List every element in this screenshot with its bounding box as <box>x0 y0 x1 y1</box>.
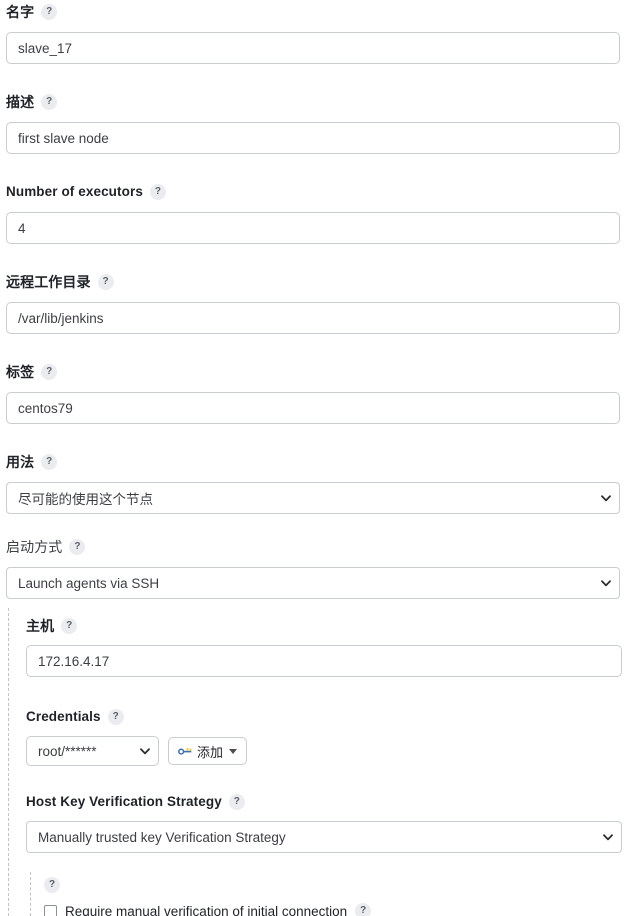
credentials-select[interactable]: root/****** <box>26 736 159 766</box>
ssh-host-input[interactable] <box>26 645 622 677</box>
host-key-strategy-select[interactable]: Manually trusted key Verification Strate… <box>26 821 622 853</box>
chevron-down-icon <box>140 748 150 755</box>
remote-root-dir-input[interactable] <box>6 302 620 334</box>
node-name-input[interactable] <box>6 32 620 64</box>
num-executors-input[interactable] <box>6 212 620 244</box>
launch-method-select[interactable]: Launch agents via SSH <box>6 567 620 599</box>
field-label: 标签 <box>6 364 35 380</box>
label-row-usage: 用法 ? <box>6 454 620 470</box>
help-icon[interactable]: ? <box>61 618 78 634</box>
field-label: 用法 <box>6 454 35 470</box>
label-row-launch-method: 启动方式 ? <box>6 539 620 555</box>
labels-input[interactable] <box>6 392 620 424</box>
field-description: 描述 ? <box>6 94 620 154</box>
chevron-down-icon <box>601 495 611 502</box>
require-manual-verification-label: Require manual verification of initial c… <box>65 903 348 916</box>
host-key-strategy-select-value: Manually trusted key Verification Strate… <box>38 829 286 845</box>
field-launch-method: 启动方式 ? Launch agents via SSH <box>6 539 620 599</box>
field-label: 描述 <box>6 94 35 110</box>
help-icon[interactable]: ? <box>149 184 166 200</box>
chevron-down-icon <box>603 834 613 841</box>
field-remote-root-dir: 远程工作目录 ? <box>6 274 620 334</box>
field-label: 主机 <box>26 618 55 634</box>
field-ssh-host: 主机 ? <box>26 618 622 677</box>
help-icon[interactable]: ? <box>97 274 114 290</box>
label-row-node-name: 名字 ? <box>6 4 620 20</box>
field-label: 启动方式 <box>6 539 63 555</box>
field-label: 远程工作目录 <box>6 274 91 290</box>
label-row-num-executors: Number of executors ? <box>6 184 620 200</box>
key-icon <box>178 746 193 756</box>
help-icon[interactable]: ? <box>69 539 86 555</box>
field-usage: 用法 ? 尽可能的使用这个节点 <box>6 454 620 514</box>
usage-select[interactable]: 尽可能的使用这个节点 <box>6 482 620 514</box>
usage-select-value: 尽可能的使用这个节点 <box>18 492 153 507</box>
add-credentials-button[interactable]: 添加 <box>168 737 248 765</box>
chevron-down-icon <box>601 580 611 587</box>
credentials-controls: root/****** 添加 <box>26 736 622 766</box>
help-icon[interactable]: ? <box>355 903 372 916</box>
help-icon[interactable]: ? <box>41 4 58 20</box>
label-row-ssh-host: 主机 ? <box>26 618 622 634</box>
credentials-select-value: root/****** <box>38 743 97 759</box>
help-icon[interactable]: ? <box>44 877 60 893</box>
label-row-remote-root-dir: 远程工作目录 ? <box>6 274 620 290</box>
launch-method-select-value: Launch agents via SSH <box>18 575 160 591</box>
field-node-name: 名字 ? <box>6 4 620 64</box>
help-icon[interactable]: ? <box>41 364 58 380</box>
label-row-credentials: Credentials ? <box>26 709 622 725</box>
field-num-executors: Number of executors ? <box>6 184 620 244</box>
manual-verification-checkbox-row: Require manual verification of initial c… <box>44 903 614 916</box>
field-host-key-strategy: Host Key Verification Strategy ? Manuall… <box>26 794 622 853</box>
label-row-description: 描述 ? <box>6 94 620 110</box>
help-icon[interactable]: ? <box>41 454 58 470</box>
require-manual-verification-checkbox[interactable] <box>44 904 57 916</box>
help-icon[interactable]: ? <box>228 794 245 810</box>
label-row-host-key-strategy: Host Key Verification Strategy ? <box>26 794 622 810</box>
help-icon[interactable]: ? <box>107 709 124 725</box>
node-configuration-form: 名字 ? 描述 ? Number of executors ? 远程工作目录 ?… <box>0 0 629 916</box>
description-input[interactable] <box>6 122 620 154</box>
field-label: Credentials <box>26 709 101 725</box>
field-label: Number of executors <box>6 184 143 200</box>
field-labels: 标签 ? <box>6 364 620 424</box>
caret-down-icon <box>229 748 238 754</box>
field-manual-verification: ? Require manual verification of initial… <box>44 874 614 916</box>
add-credentials-label: 添加 <box>197 744 224 760</box>
label-row-labels: 标签 ? <box>6 364 620 380</box>
field-label: Host Key Verification Strategy <box>26 794 222 810</box>
field-label: 名字 <box>6 4 35 20</box>
help-icon[interactable]: ? <box>41 94 58 110</box>
field-credentials: Credentials ? root/****** 添加 <box>26 709 622 766</box>
